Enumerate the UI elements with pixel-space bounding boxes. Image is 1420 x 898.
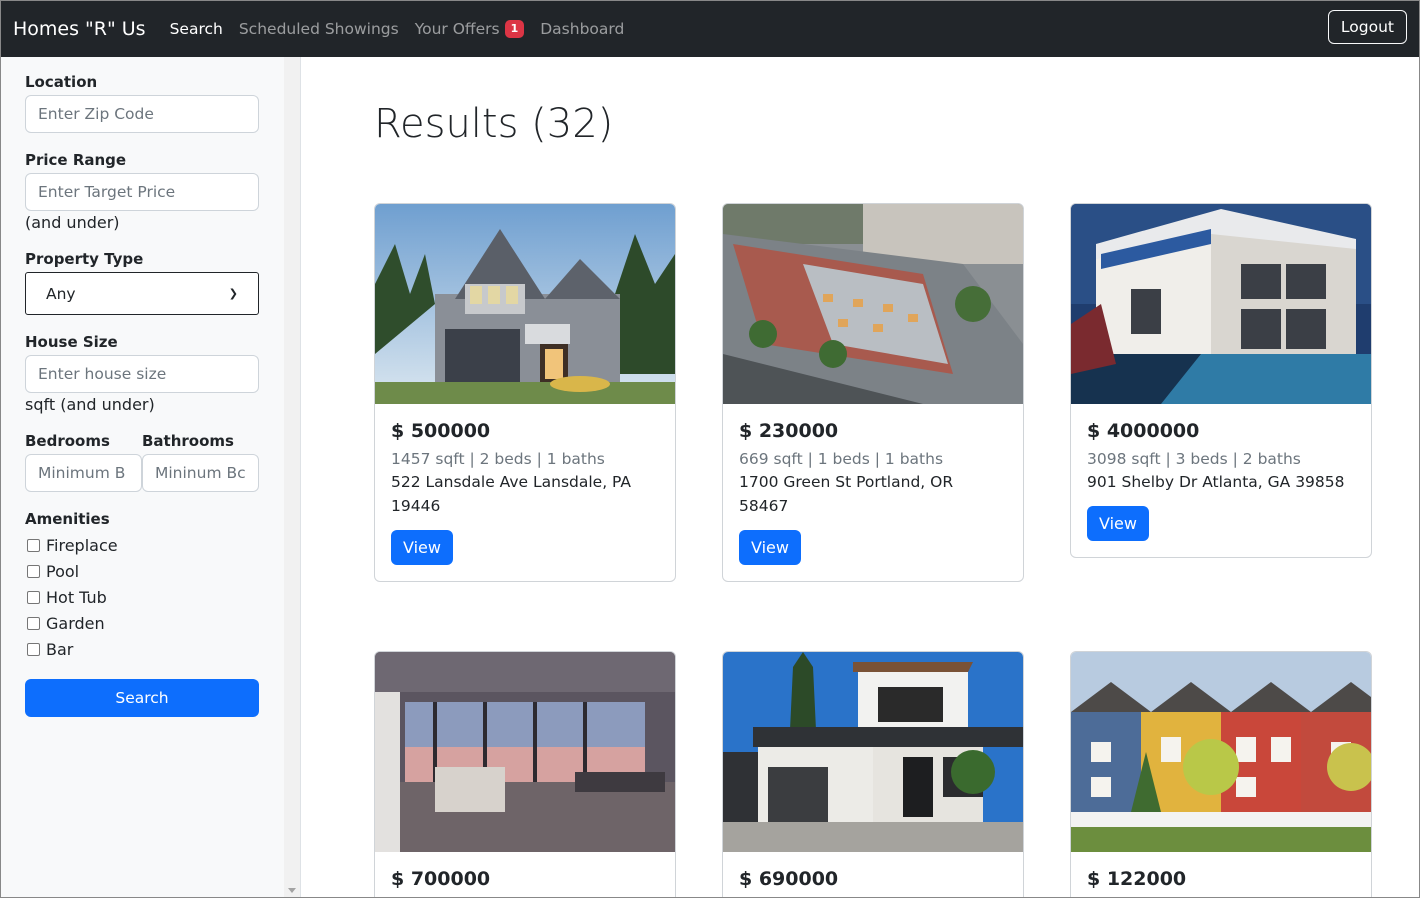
bed-bath-row: Bedrooms Minimum B Bathrooms Mininum Bc <box>25 432 259 492</box>
fireplace-checkbox[interactable] <box>27 538 40 552</box>
bedrooms-label: Bedrooms <box>25 432 110 450</box>
bathrooms-input[interactable]: Mininum Bc <box>142 454 259 492</box>
listing-price: $ 122000 <box>1087 868 1187 890</box>
amenity-bar[interactable]: Bar <box>25 636 259 662</box>
logout-button[interactable]: Logout <box>1327 10 1407 44</box>
listing-body: $ 230000 669 sqft | 1 beds | 1 baths 170… <box>723 404 1023 581</box>
zip-code-input[interactable]: Enter Zip Code <box>25 95 259 133</box>
chevron-down-icon: ❯ <box>228 287 238 300</box>
amenities-label: Amenities <box>25 510 110 528</box>
listing-price: $ 230000 <box>739 420 839 442</box>
listing-body: $ 122000 <box>1071 852 1371 897</box>
results-area: Results (32) $ 500000 1457 sqft | 2 beds… <box>301 57 1419 897</box>
bedrooms-input[interactable]: Minimum B <box>25 454 142 492</box>
listing-price: $ 690000 <box>739 868 839 890</box>
view-button[interactable]: View <box>739 530 801 565</box>
listing-price: $ 500000 <box>391 420 491 442</box>
sidebar-scrollbar[interactable] <box>284 57 300 897</box>
listing-card: $ 700000 <box>374 651 676 897</box>
bar-checkbox[interactable] <box>27 642 40 656</box>
listing-address: 901 Shelby Dr Atlanta, GA 39858 <box>1087 473 1345 491</box>
amenity-fireplace[interactable]: Fireplace <box>25 532 259 558</box>
amenity-label: Garden <box>46 613 105 633</box>
nav-your-offers[interactable]: Your Offers 1 <box>415 20 525 38</box>
bathrooms-label: Bathrooms <box>142 432 234 450</box>
price-helper-text: (and under) <box>25 213 120 232</box>
amenities-list: Fireplace Pool Hot Tub Garden Bar <box>25 532 259 662</box>
offers-count-badge: 1 <box>504 20 525 38</box>
listing-meta: 1457 sqft | 2 beds | 1 baths <box>391 450 605 468</box>
listing-card: $ 230000 669 sqft | 1 beds | 1 baths 170… <box>722 203 1024 582</box>
amenity-garden[interactable]: Garden <box>25 610 259 636</box>
listing-image <box>1071 204 1371 404</box>
listing-image <box>723 204 1023 404</box>
listing-card: $ 500000 1457 sqft | 2 beds | 1 baths 52… <box>374 203 676 582</box>
house-size-helper-text: sqft (and under) <box>25 395 155 414</box>
listing-image <box>723 652 1023 852</box>
property-type-label: Property Type <box>25 250 144 268</box>
nav-scheduled-showings[interactable]: Scheduled Showings <box>239 20 399 38</box>
listing-price: $ 700000 <box>391 868 491 890</box>
listing-image <box>1071 652 1371 852</box>
amenity-label: Fireplace <box>46 535 118 555</box>
property-type-select[interactable]: Any ❯ <box>25 272 259 315</box>
listing-body: $ 4000000 3098 sqft | 3 beds | 2 baths 9… <box>1071 404 1371 557</box>
pool-checkbox[interactable] <box>27 564 40 578</box>
nav-search[interactable]: Search <box>170 20 223 38</box>
house-size-input[interactable]: Enter house size <box>25 355 259 393</box>
listing-address: 1700 Green St Portland, OR 58467 <box>739 473 954 515</box>
bathrooms-group: Bathrooms Mininum Bc <box>142 432 259 492</box>
property-type-value: Any <box>46 284 76 303</box>
listing-image <box>375 652 675 852</box>
nav-your-offers-label: Your Offers <box>414 20 500 38</box>
results-title: Results (32) <box>374 101 614 147</box>
listing-meta: 669 sqft | 1 beds | 1 baths <box>739 450 944 468</box>
target-price-input[interactable]: Enter Target Price <box>25 173 259 211</box>
listing-image <box>375 204 675 404</box>
navbar: Homes "R" Us Search Scheduled Showings Y… <box>1 1 1419 57</box>
listing-address: 522 Lansdale Ave Lansdale, PA 19446 <box>391 473 632 515</box>
listing-card: $ 690000 <box>722 651 1024 897</box>
listing-price: $ 4000000 <box>1087 420 1200 442</box>
search-button[interactable]: Search <box>25 679 259 717</box>
listing-card: $ 4000000 3098 sqft | 3 beds | 2 baths 9… <box>1070 203 1372 558</box>
view-button[interactable]: View <box>391 530 453 565</box>
filter-form: Location Enter Zip Code Price Range Ente… <box>25 73 259 717</box>
amenity-label: Bar <box>46 639 74 659</box>
location-label: Location <box>25 73 98 91</box>
garden-checkbox[interactable] <box>27 616 40 630</box>
price-range-label: Price Range <box>25 151 127 169</box>
bedrooms-group: Bedrooms Minimum B <box>25 432 142 492</box>
view-button[interactable]: View <box>1087 506 1149 541</box>
amenity-label: Pool <box>46 561 80 581</box>
listing-body: $ 500000 1457 sqft | 2 beds | 1 baths 52… <box>375 404 675 581</box>
listing-body: $ 690000 <box>723 852 1023 897</box>
listing-body: $ 700000 <box>375 852 675 897</box>
amenity-label: Hot Tub <box>46 587 107 607</box>
amenity-hot-tub[interactable]: Hot Tub <box>25 584 259 610</box>
scroll-down-arrow-icon[interactable] <box>288 888 296 893</box>
listing-meta: 3098 sqft | 3 beds | 2 baths <box>1087 450 1301 468</box>
house-size-label: House Size <box>25 333 118 351</box>
filter-sidebar: Location Enter Zip Code Price Range Ente… <box>1 57 301 897</box>
hot-tub-checkbox[interactable] <box>27 590 40 604</box>
listing-card: $ 122000 <box>1070 651 1372 897</box>
nav-dashboard[interactable]: Dashboard <box>540 20 624 38</box>
amenity-pool[interactable]: Pool <box>25 558 259 584</box>
brand-logo[interactable]: Homes "R" Us <box>13 18 146 40</box>
